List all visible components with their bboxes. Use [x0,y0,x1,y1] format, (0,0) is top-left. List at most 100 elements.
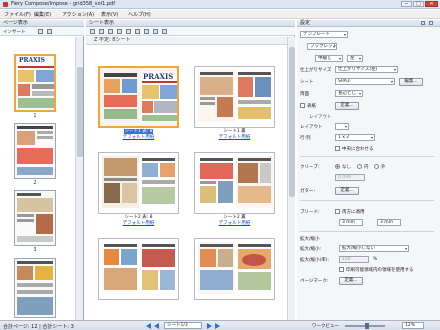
scrollbar-thumb[interactable] [77,67,83,157]
layout-type-select[interactable] [335,123,349,130]
settings-title: 設定 [300,20,311,26]
define-cover-button[interactable]: 定義... [335,102,359,110]
delete-page-icon[interactable] [47,29,52,34]
zoom-slider[interactable] [345,323,385,329]
crop-tool-icon[interactable] [126,29,131,34]
page-thumbnail[interactable] [14,123,56,179]
page-thumbnail[interactable] [14,258,56,318]
page-view-toolbar: インサート [0,27,84,36]
edit-sheet-button[interactable]: 編集... [399,78,423,86]
settings-pin-icon[interactable] [421,21,425,25]
insert-page-icon[interactable] [38,29,43,34]
creep-outer-radio[interactable] [374,164,379,169]
sheet-media-link[interactable]: デフォルト用紙 [194,221,275,227]
creep-outer-label: 外 [381,165,386,170]
page-right [236,70,273,122]
finish-size-select[interactable]: 仕上がりサイズ(左) [335,66,398,73]
window-title: Fiery Compose/Impose - grid358_vol1.pdf [11,1,115,7]
bleed-apply-both-checkbox[interactable] [335,209,340,214]
app-icon [3,2,8,7]
scale-label: 拡大/縮小: [300,247,322,252]
menu-file[interactable]: ファイル(F) [4,11,31,18]
zoom-slider-knob[interactable] [365,323,369,329]
page-thumbnail[interactable] [14,190,56,246]
section-header[interactable]: Z 不定: 8シート [86,37,287,45]
settings-close-icon[interactable] [429,21,433,25]
sheet-thumbnail[interactable]: PRAXIS [98,66,179,128]
binding-select[interactable]: 中綴じ [315,55,343,62]
menu-bar: ファイル(F) 編集(E) アクション(A) 表示(V) ヘルプ(H) [0,10,440,19]
sheet-media-link[interactable]: デフォルト用紙 [98,135,179,141]
first-sheet-button[interactable] [146,323,151,329]
creep-none-radio[interactable] [335,164,340,169]
sheet-media-link[interactable]: デフォルト用紙 [98,221,179,227]
define-gutter-button[interactable]: 定義... [335,187,359,195]
menu-edit[interactable]: 編集(E) [34,11,51,18]
viewer-label[interactable]: ワークビュー [312,323,339,329]
preview-tool-icon[interactable] [162,29,167,34]
sheet-caption[interactable]: シート2 裏 デフォルト用紙 [194,215,275,227]
maximize-button[interactable]: □ [413,1,424,7]
tab-tool-icon[interactable] [144,29,149,34]
sheet-thumbnail[interactable] [194,66,275,128]
scale-section-label[interactable]: 拡大/縮小 [300,236,320,242]
print-side-select[interactable]: 長辺とじ [335,90,363,97]
divider [300,200,434,201]
page-view-title: ページ表示 [3,20,28,26]
zoom-tool-icon[interactable] [108,29,113,34]
sheet-size-select[interactable]: SRA3 [335,78,395,85]
status-bar: 合計ページ: 12 | 合計シート: 3 シート1/3 ワークビュー 12% [0,320,440,330]
sheet-caption[interactable]: シート2 表: 8 デフォルト用紙 [98,215,179,227]
last-sheet-button[interactable] [215,323,220,329]
menu-help[interactable]: ヘルプ(H) [128,11,151,18]
fit-printable-checkbox[interactable] [339,267,344,272]
page-left [102,156,139,208]
sheet-select[interactable]: シート1/3 [164,322,202,329]
define-page-mark-button[interactable]: 定義... [339,277,363,285]
page-view-scrollbar[interactable] [75,37,83,320]
sheet-view-scrollbar[interactable] [287,37,295,320]
booklet-select[interactable]: ブックレット [307,43,337,50]
settings-header: 設定 [297,20,440,27]
sheet-thumbnail[interactable] [98,152,179,214]
sheet-thumbnail[interactable] [194,238,275,300]
zoom-level[interactable]: 12% [402,322,424,329]
previous-sheet-button[interactable] [154,323,159,329]
layout-section-label: レイアウト [309,115,332,120]
center-checkbox[interactable] [335,146,340,151]
layout-tool-icon[interactable] [153,29,158,34]
next-sheet-button[interactable] [207,323,212,329]
bleed-apply-both-label: 両方に適用 [342,210,365,215]
sheet-label: シート2 表: 8 [124,215,153,220]
template-select[interactable]: テンプレート [300,31,348,38]
scale-percent-input[interactable]: 100 [339,256,369,263]
rows-columns-select[interactable]: 1 x 2 [335,134,375,141]
cover-checkbox[interactable] [300,103,305,108]
insert-label[interactable]: インサート [3,29,26,35]
creep-value-input[interactable]: 0 mm [335,174,365,181]
close-button[interactable]: ✕ [425,1,438,7]
bleed-y-input[interactable]: 3 mm [377,219,401,226]
sheet-thumbnail[interactable] [194,152,275,214]
sheet-view-title: シート表示 [89,20,115,26]
page-tool-icon[interactable] [135,29,140,34]
scale-select[interactable]: 拡大/縮小しない [339,245,409,252]
sheet-media-link[interactable]: デフォルト用紙 [194,135,275,141]
menu-view[interactable]: 表示(V) [101,11,118,18]
select-tool-icon[interactable] [90,29,95,34]
hand-tool-icon[interactable] [99,29,104,34]
page-right: PRAXIS [141,71,177,123]
settings-panel: 設定 テンプレート ブックレット 中綴じ 左 仕上がりサイズ 仕上がりサイズ(左… [297,20,440,320]
page-thumbnail[interactable]: PRAXIS [14,54,56,112]
binding-side-select[interactable]: 左 [347,55,363,62]
menu-action[interactable]: アクション(A) [62,11,94,18]
sheet-thumbnail[interactable] [98,238,179,300]
bleed-x-input[interactable]: 3 mm [339,219,363,226]
creep-inner-radio[interactable] [357,164,362,169]
sheet-label: シート2 裏 [223,215,246,220]
sheet-caption[interactable]: シート1 表: 8 デフォルト用紙 [98,129,179,141]
sheet-caption[interactable]: シート1 裏 デフォルト用紙 [194,129,275,141]
minimize-button[interactable]: ─ [401,1,412,7]
rotate-tool-icon[interactable] [117,29,122,34]
scrollbar-thumb[interactable] [289,47,295,197]
